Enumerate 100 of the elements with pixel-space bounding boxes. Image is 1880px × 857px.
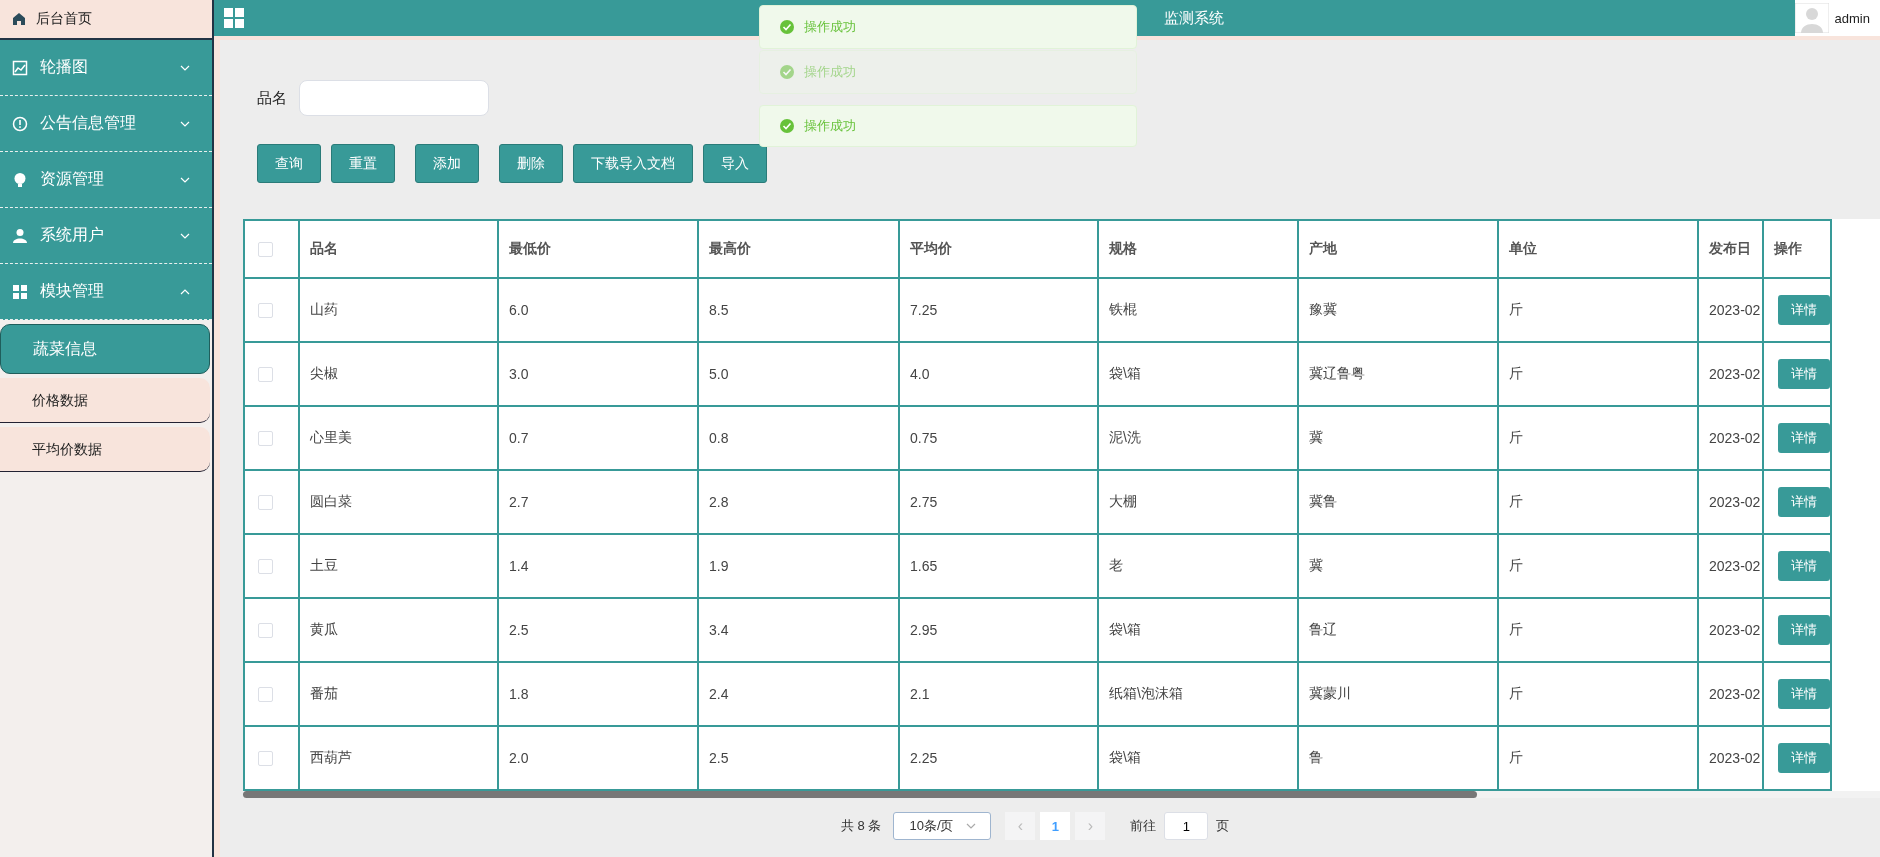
name-input-field[interactable]	[299, 80, 489, 116]
success-toast: 操作成功	[759, 105, 1137, 147]
table-cell: 2.7	[498, 470, 698, 534]
details-button[interactable]: 详情	[1778, 743, 1829, 773]
table-cell: 斤	[1498, 406, 1698, 470]
table-cell: 斤	[1498, 534, 1698, 598]
table-cell: 泥\洗	[1098, 406, 1298, 470]
table-cell: 2.75	[899, 470, 1098, 534]
row-checkbox[interactable]	[258, 367, 273, 383]
chevron-down-icon	[965, 823, 976, 829]
row-checkbox[interactable]	[258, 687, 273, 703]
sidebar-menu-item[interactable]: 模块管理	[0, 264, 212, 320]
table-cell: 土豆	[299, 534, 498, 598]
table-cell: 2023-02	[1698, 406, 1763, 470]
table-cell: 斤	[1498, 278, 1698, 342]
table-cell: 1.9	[698, 534, 899, 598]
previous-page-button[interactable]: ‹	[1005, 812, 1036, 840]
horizontal-scrollbar[interactable]	[243, 791, 1880, 798]
column-header[interactable]: 最高价	[698, 220, 899, 278]
row-checkbox[interactable]	[258, 623, 273, 639]
sidebar-submenu-item[interactable]: 平均价数据	[0, 427, 210, 472]
table-cell: 0.8	[698, 406, 899, 470]
table-cell: 1.8	[498, 662, 698, 726]
row-checkbox[interactable]	[258, 303, 273, 319]
page-number[interactable]: 1	[1040, 812, 1071, 840]
goto-label: 前往	[1130, 817, 1157, 835]
table-cell: 大棚	[1098, 470, 1298, 534]
toolbar-button[interactable]: 删除	[499, 144, 563, 183]
grid-icon[interactable]	[224, 8, 244, 28]
page-size-select[interactable]: 10条/页	[893, 812, 992, 840]
table-cell: 2023-02	[1698, 278, 1763, 342]
username[interactable]: admin	[1834, 10, 1870, 26]
row-checkbox[interactable]	[258, 559, 273, 575]
grid-icon	[12, 283, 28, 300]
field-label: 品名	[257, 88, 287, 108]
details-button[interactable]: 详情	[1778, 615, 1829, 645]
table-cell: 0.7	[498, 406, 698, 470]
table-cell: 2.95	[899, 598, 1098, 662]
row-checkbox[interactable]	[258, 431, 273, 447]
app-title: 监测系统	[1164, 8, 1224, 28]
avatar-icon[interactable]	[1794, 3, 1829, 33]
table-cell: 8.5	[698, 278, 899, 342]
table-cell: 4.0	[899, 342, 1098, 406]
home-menu-item[interactable]: 后台首页	[0, 0, 212, 40]
home-icon	[12, 12, 26, 26]
table-cell: 鲁辽	[1298, 598, 1498, 662]
table-cell: 1.65	[899, 534, 1098, 598]
sidebar-submenu-item[interactable]: 价格数据	[0, 378, 210, 423]
alert-icon	[12, 115, 28, 132]
sidebar-submenu-item[interactable]: 蔬菜信息	[0, 324, 210, 374]
column-header[interactable]: 平均价	[899, 220, 1098, 278]
success-toast: 操作成功	[759, 50, 1137, 94]
table-cell: 2.8	[698, 470, 899, 534]
table-cell: 5.0	[698, 342, 899, 406]
sidebar-menu-item[interactable]: 资源管理	[0, 152, 212, 208]
table-cell: 斤	[1498, 662, 1698, 726]
toolbar-button[interactable]: 重置	[331, 144, 395, 183]
details-button[interactable]: 详情	[1778, 551, 1829, 581]
table-cell: 3.4	[698, 598, 899, 662]
toolbar-button[interactable]: 添加	[415, 144, 479, 183]
table-cell: 2.5	[498, 598, 698, 662]
select-all-checkbox[interactable]	[258, 242, 273, 258]
details-button[interactable]: 详情	[1778, 359, 1829, 389]
toolbar-button[interactable]: 查询	[257, 144, 321, 183]
row-checkbox[interactable]	[258, 495, 273, 511]
total-count: 共 8 条	[841, 817, 882, 835]
sidebar-menu-item[interactable]: 系统用户	[0, 208, 212, 264]
toolbar-button[interactable]: 下载导入文档	[573, 144, 693, 183]
table-cell: 1.4	[498, 534, 698, 598]
table-cell: 7.25	[899, 278, 1098, 342]
column-header[interactable]: 单位	[1498, 220, 1698, 278]
table-cell: 冀	[1298, 534, 1498, 598]
table-cell: 斤	[1498, 598, 1698, 662]
table-cell: 铁棍	[1098, 278, 1298, 342]
table-cell: 2023-02	[1698, 470, 1763, 534]
column-header[interactable]: 最低价	[498, 220, 698, 278]
table-cell: 2023-02	[1698, 662, 1763, 726]
details-button[interactable]: 详情	[1778, 423, 1829, 453]
details-button[interactable]: 详情	[1778, 295, 1829, 325]
table-cell: 冀辽鲁粤	[1298, 342, 1498, 406]
column-header[interactable]: 发布日	[1698, 220, 1763, 278]
sidebar-menu-item[interactable]: 公告信息管理	[0, 96, 212, 152]
column-header[interactable]: 品名	[299, 220, 498, 278]
column-header[interactable]: 产地	[1298, 220, 1498, 278]
page-input-field[interactable]: 1	[1164, 812, 1209, 840]
sidebar-menu-item[interactable]: 轮播图	[0, 40, 212, 96]
table-cell: 黄瓜	[299, 598, 498, 662]
table-cell: 心里美	[299, 406, 498, 470]
table-cell: 6.0	[498, 278, 698, 342]
toolbar-button[interactable]: 导入	[703, 144, 767, 183]
details-button[interactable]: 详情	[1778, 487, 1829, 517]
table-cell: 斤	[1498, 342, 1698, 406]
column-header[interactable]: 规格	[1098, 220, 1298, 278]
table-cell: 斤	[1498, 470, 1698, 534]
table-cell: 圆白菜	[299, 470, 498, 534]
next-page-button[interactable]: ›	[1075, 812, 1106, 840]
user-icon	[12, 227, 28, 244]
details-button[interactable]: 详情	[1778, 679, 1829, 709]
table-cell: 2.1	[899, 662, 1098, 726]
row-checkbox[interactable]	[258, 751, 273, 767]
